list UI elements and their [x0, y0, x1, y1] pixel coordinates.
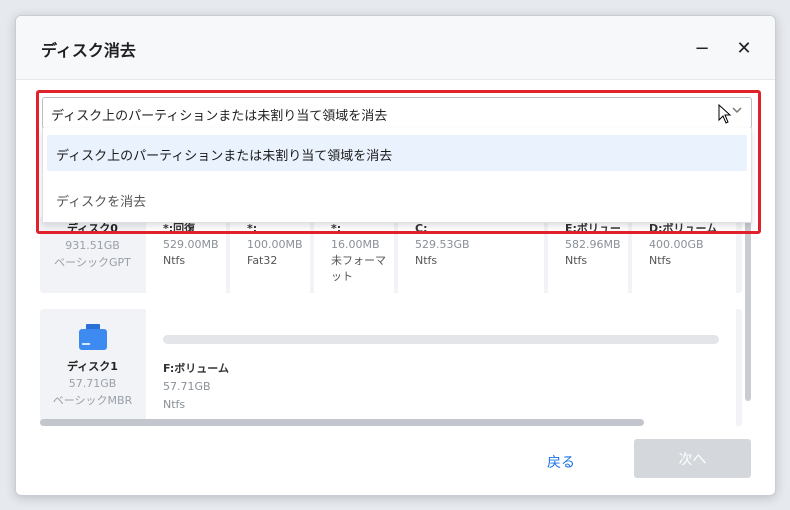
disk1-row: ディスク1 57.71GB ベーシックMBR F:ボリューム 57.71GB N…: [40, 309, 742, 426]
partition-fs: 未フォーマット: [331, 254, 386, 283]
next-button[interactable]: 次へ: [634, 439, 751, 478]
partition-card[interactable]: *:回復 529.00MB Ntfs: [146, 216, 226, 293]
disk0-row: ディスク0 931.51GB ベーシックGPT *:回復 529.00MB Nt…: [40, 216, 742, 293]
mouse-cursor-icon: [718, 104, 732, 124]
partition-size: 400.00GB: [649, 238, 704, 251]
dialog-title: ディスク消去: [41, 41, 136, 60]
menu-item-erase-partition[interactable]: ディスク上のパーティションまたは未割り当て領域を消去: [47, 135, 747, 171]
partition-size: 16.00MB: [331, 238, 380, 251]
partition-card[interactable]: D:ボリューム 400.00GB Ntfs: [632, 216, 736, 293]
erase-mode-selected: ディスク上のパーティションまたは未割り当て領域を消去: [51, 109, 388, 124]
partition-size: 582.96MB: [565, 238, 621, 251]
partition-size: 529.53GB: [415, 238, 470, 251]
erase-mode-select[interactable]: ディスク上のパーティションまたは未割り当て領域を消去: [42, 97, 752, 129]
chevron-down-icon: [731, 104, 743, 120]
close-button[interactable]: ✕: [730, 34, 758, 62]
partition-name: *:: [247, 222, 258, 235]
partition-name: F:ボリューム: [163, 362, 229, 375]
disk0-type: ベーシックGPT: [54, 256, 131, 269]
usb-disk-icon: [79, 324, 107, 350]
partition-fs: Ntfs: [163, 398, 186, 411]
partition-card[interactable]: E:ボリューム 582.96MB Ntfs: [548, 216, 628, 293]
partition-name: E:ボリューム: [565, 222, 621, 235]
disk1-info: ディスク1 57.71GB ベーシックMBR: [40, 358, 145, 409]
partition-fs: Ntfs: [163, 254, 186, 267]
close-icon: ✕: [736, 37, 752, 59]
partition-fs: Ntfs: [415, 254, 438, 267]
partition-fs: Ntfs: [565, 254, 588, 267]
minimize-icon: −: [694, 37, 710, 59]
horizontal-scrollbar[interactable]: [40, 419, 644, 426]
menu-item-erase-disk[interactable]: ディスクを消去: [47, 181, 747, 217]
partition-name: *:: [331, 222, 342, 235]
partition-card[interactable]: C: 529.53GB Ntfs: [398, 216, 544, 293]
partition-size: 529.00MB: [163, 238, 219, 251]
erase-mode-menu: ディスク上のパーティションまたは未割り当て領域を消去 ディスクを消去: [42, 128, 752, 223]
title-bar: ディスク消去 − ✕: [16, 16, 775, 80]
disk1-name: ディスク1: [67, 360, 118, 373]
disk1-size: 57.71GB: [68, 377, 117, 390]
partition-card[interactable]: *: 16.00MB 未フォーマット: [314, 216, 394, 293]
partition-size: 57.71GB: [163, 380, 211, 393]
back-button[interactable]: 戻る: [529, 447, 593, 477]
disk0-info: ディスク0 931.51GB ベーシックGPT: [40, 220, 145, 271]
usage-bar: [163, 335, 719, 344]
partition-name: *:回復: [163, 222, 196, 235]
minimize-button[interactable]: −: [688, 34, 716, 62]
disk1-type: ベーシックMBR: [52, 394, 133, 407]
disk0-size: 931.51GB: [65, 239, 120, 252]
partition-card[interactable]: *: 100.00MB Fat32: [230, 216, 310, 293]
partition-card[interactable]: F:ボリューム 57.71GB Ntfs: [146, 309, 736, 426]
erase-disk-dialog: ディスク消去 − ✕ ディスク0 931.51GB ベーシックGPT *:回復 …: [15, 15, 776, 496]
partition-name: D:ボリューム: [649, 222, 718, 235]
partition-fs: Fat32: [247, 254, 278, 267]
partition-size: 100.00MB: [247, 238, 303, 251]
vertical-scrollbar[interactable]: [745, 216, 751, 401]
partition-name: C:: [415, 222, 428, 235]
partition-fs: Ntfs: [649, 254, 672, 267]
